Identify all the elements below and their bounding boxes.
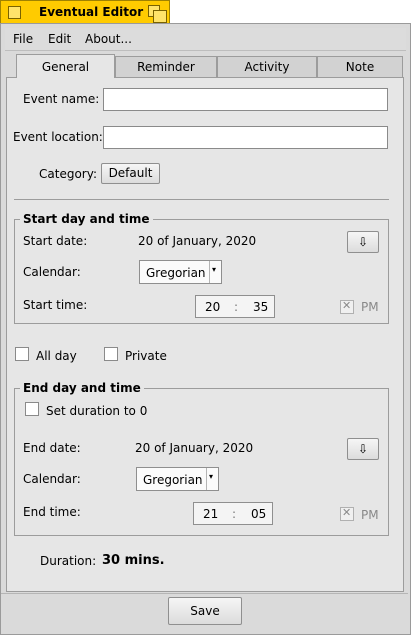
start-hour[interactable]: 20	[205, 300, 220, 314]
set-duration-label: Set duration to 0	[46, 404, 148, 418]
end-date-label: End date:	[23, 441, 81, 455]
duration-label: Duration:	[40, 554, 97, 568]
start-group-title: Start day and time	[20, 212, 153, 226]
end-calendar-value: Gregorian	[143, 473, 203, 487]
window-title-tab[interactable]: Eventual Editor	[0, 0, 170, 24]
event-name-label: Event name:	[23, 92, 100, 106]
all-day-checkbox[interactable]	[15, 347, 29, 361]
check-mark-icon: ✕	[342, 506, 352, 519]
start-date-label: Start date:	[23, 234, 88, 248]
tab-general-active[interactable]: General	[16, 54, 115, 78]
close-box-icon[interactable]	[8, 6, 21, 19]
end-time-label: End time:	[23, 505, 81, 519]
start-date-value: 20 of January, 2020	[138, 234, 257, 248]
chevron-down-icon: ▾	[209, 261, 221, 283]
start-date-picker-button[interactable]: ⇩	[347, 231, 379, 253]
end-minute[interactable]: 05	[251, 507, 266, 521]
menu-about[interactable]: About...	[85, 32, 132, 46]
end-date-value: 20 of January, 2020	[135, 441, 254, 455]
chevron-down-icon: ▾	[206, 468, 218, 490]
start-calendar-label: Calendar:	[23, 265, 81, 279]
tab-reminder[interactable]: Reminder	[115, 56, 217, 77]
end-pm-checkbox: ✕	[340, 506, 354, 521]
menu-bar: File Edit About...	[5, 28, 406, 51]
end-calendar-select[interactable]: Gregorian ▾	[136, 467, 219, 491]
start-calendar-value: Gregorian	[146, 266, 206, 280]
all-day-label: All day	[36, 349, 77, 363]
save-button[interactable]: Save	[168, 597, 242, 625]
menu-edit[interactable]: Edit	[48, 32, 71, 46]
tab-activity[interactable]: Activity	[217, 56, 317, 77]
start-time-field[interactable]: 20 : 35	[195, 295, 275, 318]
window-title: Eventual Editor	[39, 5, 144, 19]
category-label: Category:	[39, 167, 97, 181]
category-button[interactable]: Default	[101, 163, 160, 184]
down-arrow-icon: ⇩	[358, 442, 369, 456]
event-location-label: Event location:	[13, 130, 103, 144]
end-group-title: End day and time	[20, 381, 144, 395]
start-calendar-select[interactable]: Gregorian ▾	[139, 260, 222, 284]
private-checkbox[interactable]	[104, 347, 118, 361]
set-duration-checkbox[interactable]	[25, 402, 39, 416]
time-separator: :	[232, 507, 237, 521]
event-name-input[interactable]	[103, 88, 388, 111]
end-time-field[interactable]: 21 : 05	[193, 502, 273, 525]
start-pm-checkbox: ✕	[340, 299, 354, 314]
start-minute[interactable]: 35	[253, 300, 268, 314]
end-calendar-label: Calendar:	[23, 472, 81, 486]
start-pm-label: PM	[361, 300, 379, 314]
private-label: Private	[125, 349, 167, 363]
start-time-label: Start time:	[23, 298, 88, 312]
event-location-input[interactable]	[103, 126, 388, 149]
duration-value: 30 mins.	[102, 553, 165, 568]
zoom-box-icon[interactable]	[148, 5, 167, 23]
time-separator: :	[234, 300, 239, 314]
down-arrow-icon: ⇩	[358, 235, 369, 249]
end-date-picker-button[interactable]: ⇩	[347, 438, 379, 460]
end-hour[interactable]: 21	[203, 507, 218, 521]
end-pm-label: PM	[361, 508, 379, 522]
divider	[14, 199, 389, 200]
tab-note[interactable]: Note	[317, 56, 403, 77]
check-mark-icon: ✕	[342, 299, 352, 312]
menu-file[interactable]: File	[13, 32, 33, 46]
